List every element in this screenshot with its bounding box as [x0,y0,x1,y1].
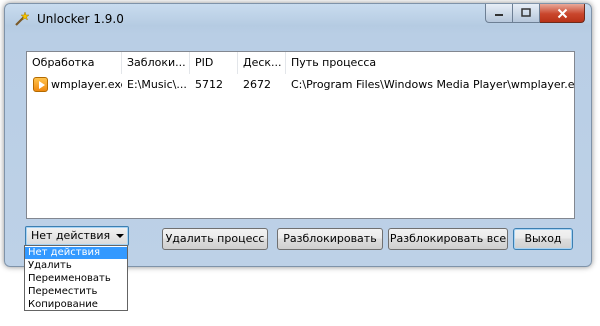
close-button[interactable] [540,4,585,23]
chevron-down-icon[interactable] [116,234,124,238]
kill-process-button[interactable]: Удалить процесс [162,228,268,250]
maximize-icon [521,8,531,17]
exit-button[interactable]: Выход [513,228,573,250]
option-move[interactable]: Переместить [25,286,127,298]
minimize-button[interactable] [485,4,513,23]
maximize-button[interactable] [513,4,540,23]
cell-path: C:\Program Files\Windows Media Player\wm… [291,78,574,91]
option-no-action[interactable]: Нет действия [25,247,127,259]
process-list[interactable]: Обработка Заблоки... PID Деск... Путь пр… [26,51,575,219]
cell-locked: E:\Music\... [127,78,187,91]
cell-pid: 5712 [195,78,223,91]
caption-buttons [485,4,585,24]
option-rename[interactable]: Переименовать [25,273,127,285]
action-select-value: Нет действия [31,229,111,242]
cell-process: wmplayer.exe [51,78,122,91]
action-dropdown-list: Нет действия Удалить Переименовать Перем… [24,245,128,311]
column-header-path[interactable]: Путь процесса [286,52,574,74]
column-header-process[interactable]: Обработка [27,52,122,74]
cell-desk: 2672 [243,78,271,91]
option-copy[interactable]: Копирование [25,299,127,311]
table-row[interactable]: wmplayer.exe E:\Music\... 5712 2672 C:\P… [27,76,574,94]
magic-wand-icon [15,11,30,26]
minimize-icon [495,14,503,16]
close-icon [557,8,567,18]
column-header-desk[interactable]: Деск... [238,52,286,74]
unlock-all-button[interactable]: Разблокировать все [388,228,508,250]
window-title: Unlocker 1.9.0 [37,12,124,26]
column-header-pid[interactable]: PID [190,52,238,74]
unlock-button[interactable]: Разблокировать [277,228,383,250]
list-header: Обработка Заблоки... PID Деск... Путь пр… [27,52,574,74]
option-delete[interactable]: Удалить [25,260,127,272]
column-header-locked[interactable]: Заблоки... [122,52,190,74]
action-select[interactable]: Нет действия [25,226,129,246]
title-bar[interactable]: Unlocker 1.9.0 [5,4,591,34]
media-player-icon [33,77,48,92]
